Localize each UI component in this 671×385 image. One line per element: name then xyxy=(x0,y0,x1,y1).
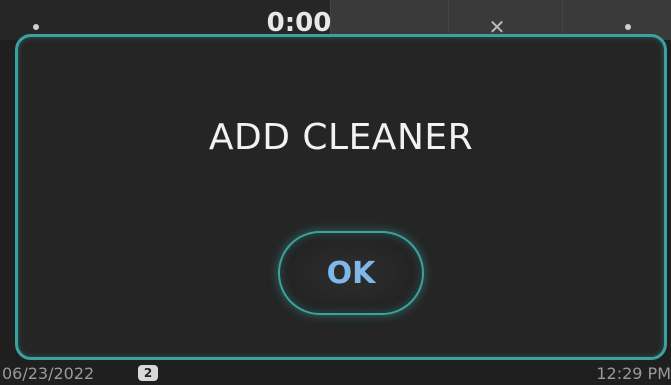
indicator-dot-icon xyxy=(625,24,631,30)
dialog-message: ADD CLEANER xyxy=(208,117,474,158)
status-bar: 06/23/2022 2 12:29 PM xyxy=(0,362,671,385)
notification-count-badge[interactable]: 2 xyxy=(138,365,158,381)
status-time: 12:29 PM xyxy=(596,364,671,383)
alert-dialog: ADD CLEANER OK xyxy=(15,34,667,360)
screen: 0:00 ✕ ADD CLEANER OK 06/23/2022 2 12:29… xyxy=(0,0,671,385)
status-date: 06/23/2022 xyxy=(2,364,95,383)
ok-button[interactable]: OK xyxy=(278,231,424,315)
indicator-dot-icon xyxy=(33,24,39,30)
tool-icon: ✕ xyxy=(488,15,506,39)
